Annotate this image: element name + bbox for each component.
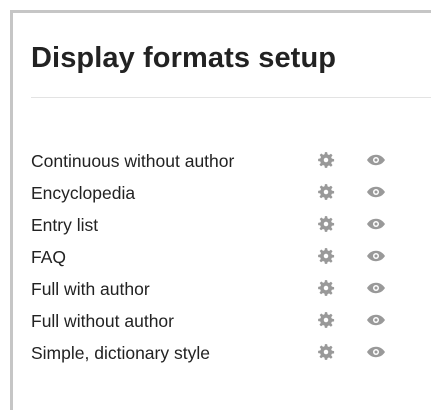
list-item: Simple, dictionary style — [31, 335, 431, 367]
gear-icon[interactable] — [317, 247, 337, 267]
gear-icon[interactable] — [317, 151, 337, 171]
list-item: FAQ — [31, 239, 431, 271]
eye-icon[interactable] — [366, 151, 386, 171]
format-name: Continuous without author — [31, 151, 235, 171]
format-name: Entry list — [31, 215, 99, 235]
page-title: Display formats setup — [31, 42, 337, 74]
gear-icon[interactable] — [317, 343, 337, 363]
gear-icon[interactable] — [317, 183, 337, 203]
gear-icon[interactable] — [317, 279, 337, 299]
list-item: Entry list — [31, 207, 431, 239]
eye-icon[interactable] — [366, 311, 386, 331]
eye-icon[interactable] — [366, 215, 386, 235]
gear-icon[interactable] — [317, 215, 337, 235]
list-item: Full with author — [31, 271, 431, 303]
format-name: Encyclopedia — [31, 183, 136, 203]
eye-icon[interactable] — [366, 343, 386, 363]
format-name: Full without author — [31, 311, 174, 331]
format-name: FAQ — [31, 247, 67, 267]
eye-icon[interactable] — [366, 247, 386, 267]
eye-icon[interactable] — [366, 279, 386, 299]
list-item: Full without author — [31, 303, 431, 335]
display-formats-list: Continuous without author Encyclopedia E… — [31, 143, 431, 367]
list-item: Continuous without author — [31, 143, 431, 175]
format-name: Simple, dictionary style — [31, 343, 210, 363]
list-item: Encyclopedia — [31, 175, 431, 207]
title-divider — [31, 97, 431, 98]
gear-icon[interactable] — [317, 311, 337, 331]
format-name: Full with author — [31, 279, 150, 299]
page-panel: Display formats setup Continuous without… — [10, 10, 431, 410]
eye-icon[interactable] — [366, 183, 386, 203]
